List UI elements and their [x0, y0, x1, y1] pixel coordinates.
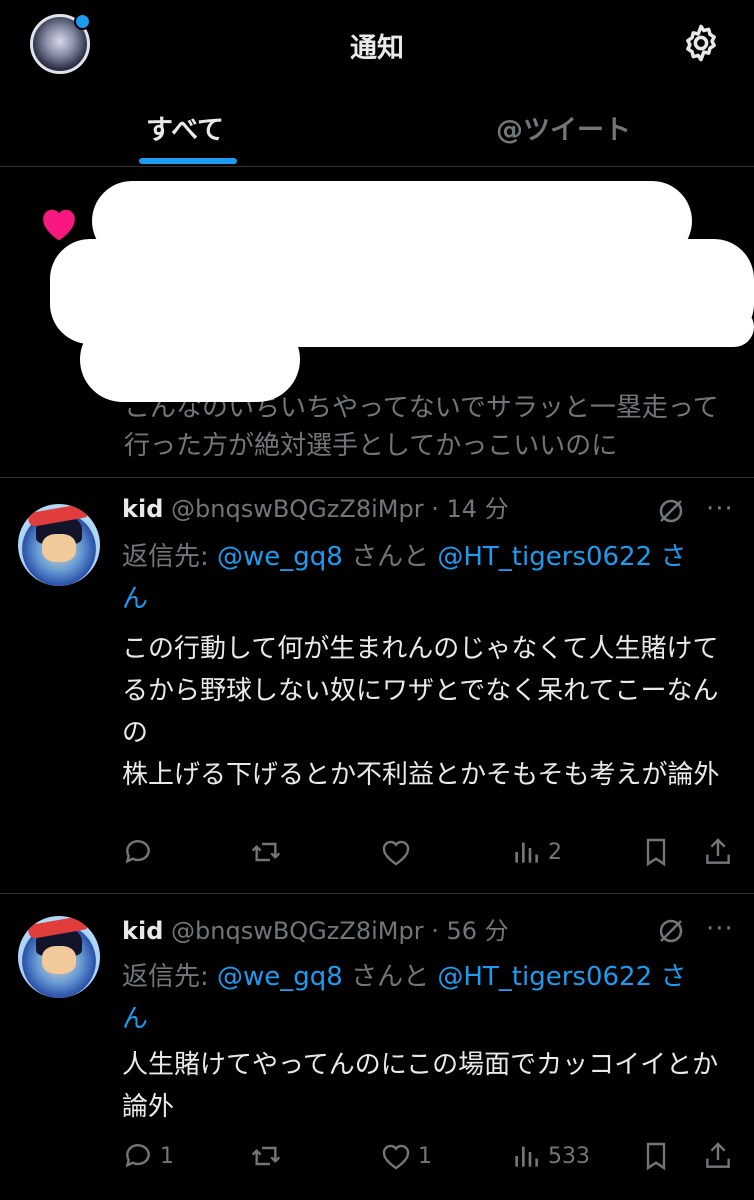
- reply-context: 返信先: @we_gq8 さんと @HT_tigers0622 さん: [122, 542, 687, 614]
- muted-icon: [659, 499, 683, 523]
- mention-link[interactable]: @we_gq8: [217, 962, 343, 992]
- bookmark-icon: [646, 1142, 666, 1171]
- share-icon: [706, 838, 730, 864]
- like-button[interactable]: 1: [380, 1136, 432, 1176]
- reply-icon: [125, 840, 150, 864]
- like-notification[interactable]: こんなのいちいちやってないでサラッと一塁走って行った方が絶対選手としてかっこいい…: [0, 167, 754, 478]
- heart-icon: [43, 209, 75, 241]
- more-options-icon[interactable]: ···: [706, 494, 734, 524]
- heart-outline-icon: [382, 840, 410, 866]
- top-bar: 通知: [0, 0, 754, 90]
- tweet-text: この行動して何が生まれんのじゃなくて人生賭けてるから野球しない奴にワザとでなく呆…: [122, 634, 720, 790]
- tab-mentions[interactable]: @ツイート: [496, 108, 631, 147]
- views-icon: [515, 1146, 538, 1167]
- tweet-actions: 2: [0, 832, 754, 872]
- tweet-header: kid @bnqswBQGzZ8iMpr · 56 分: [122, 917, 509, 945]
- timestamp: 56 分: [446, 917, 509, 945]
- tweet-actions: 1 1 533: [0, 1136, 754, 1176]
- bookmark-button[interactable]: [640, 832, 672, 872]
- avatar[interactable]: [18, 916, 100, 998]
- bookmark-icon: [646, 838, 666, 867]
- heart-outline-icon: [382, 1144, 410, 1170]
- tweet[interactable]: kid @bnqswBQGzZ8iMpr · 56 分 ··· 返信先: @we…: [0, 894, 754, 1200]
- redaction-mark: [220, 307, 754, 347]
- views-icon: [515, 842, 538, 863]
- retweet-icon: [251, 842, 281, 862]
- tweet-header: kid @bnqswBQGzZ8iMpr · 14 分: [122, 495, 509, 523]
- reply-button[interactable]: [122, 832, 160, 872]
- user-handle[interactable]: @bnqswBQGzZ8iMpr: [171, 495, 424, 523]
- user-handle[interactable]: @bnqswBQGzZ8iMpr: [171, 917, 424, 945]
- like-button[interactable]: [380, 832, 418, 872]
- active-tab-indicator: [139, 158, 237, 164]
- display-name[interactable]: kid: [122, 495, 163, 523]
- mention-link[interactable]: @we_gq8: [217, 542, 343, 572]
- reply-context: 返信先: @we_gq8 さんと @HT_tigers0622 さん: [122, 962, 687, 1034]
- mention-link[interactable]: @HT_tigers0622: [437, 962, 652, 992]
- retweet-button[interactable]: [250, 832, 288, 872]
- page-title: 通知: [350, 33, 404, 64]
- mention-link[interactable]: @HT_tigers0622: [437, 542, 652, 572]
- bookmark-button[interactable]: [640, 1136, 672, 1176]
- retweet-icon: [251, 1146, 281, 1166]
- share-button[interactable]: [702, 832, 734, 872]
- share-button[interactable]: [702, 1136, 734, 1176]
- more-options-icon[interactable]: ···: [706, 914, 734, 944]
- share-icon: [706, 1142, 730, 1168]
- timestamp: 14 分: [446, 495, 509, 523]
- notification-tabs: すべて @ツイート: [0, 90, 754, 167]
- muted-icon: [659, 919, 683, 943]
- views-button[interactable]: 533: [510, 1136, 590, 1176]
- retweet-button[interactable]: [250, 1136, 288, 1176]
- gear-icon[interactable]: [680, 22, 722, 64]
- reply-button[interactable]: 1: [122, 1136, 174, 1176]
- avatar[interactable]: [18, 504, 100, 586]
- tweet-text: 人生賭けてやってんのにこの場面でカッコイイとか論外: [122, 1050, 719, 1122]
- tweet[interactable]: kid @bnqswBQGzZ8iMpr · 14 分 ··· 返信先: @we…: [0, 478, 754, 894]
- views-button[interactable]: 2: [510, 832, 562, 872]
- display-name[interactable]: kid: [122, 917, 163, 945]
- tab-all[interactable]: すべて: [146, 108, 224, 147]
- reply-icon: [125, 1144, 150, 1168]
